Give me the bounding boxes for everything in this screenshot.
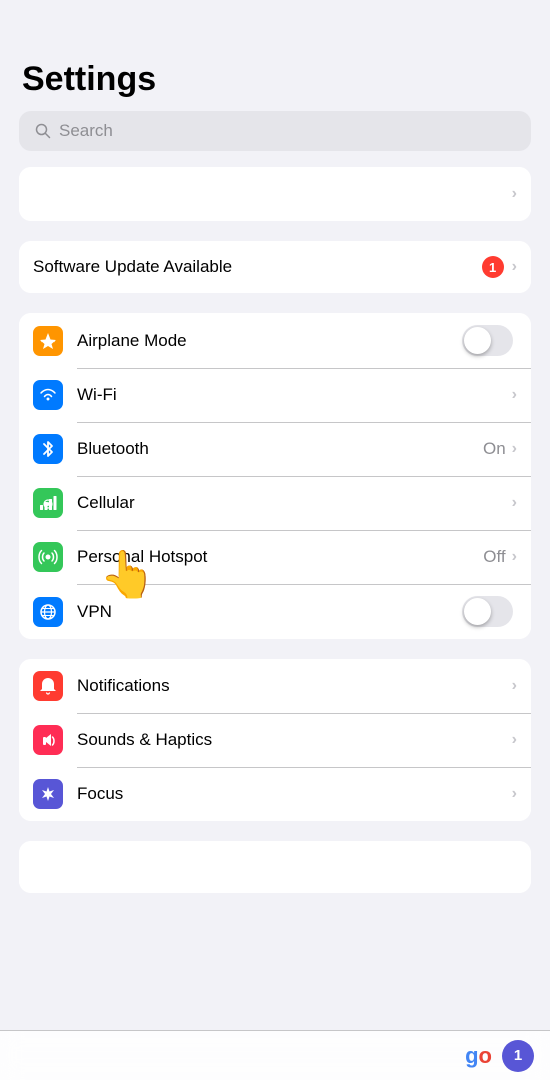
bottom-hint-row[interactable] xyxy=(19,841,531,893)
focus-label: Focus xyxy=(77,784,512,804)
bottom-badge: 1 xyxy=(502,1040,534,1072)
bottom-hint-section xyxy=(19,841,531,893)
search-bar-container: Search xyxy=(0,111,550,167)
notifications-chevron: › xyxy=(512,677,517,695)
update-section: Software Update Available 1 › xyxy=(19,241,531,293)
go-letter-g: g xyxy=(465,1043,478,1068)
search-bar[interactable]: Search xyxy=(19,111,531,151)
cellular-row[interactable]: Cellular › xyxy=(19,476,531,530)
airplane-mode-toggle[interactable] xyxy=(462,325,513,356)
focus-row[interactable]: Focus › xyxy=(19,767,531,821)
vpn-toggle[interactable] xyxy=(462,596,513,627)
bluetooth-label: Bluetooth xyxy=(77,439,483,459)
sounds-chevron: › xyxy=(512,731,517,749)
connectivity-section: Airplane Mode Wi-Fi › Bluetooth On › xyxy=(19,313,531,639)
personal-hotspot-row[interactable]: Personal Hotspot Off › 👆 xyxy=(19,530,531,584)
go-text: go xyxy=(465,1043,492,1069)
software-update-label: Software Update Available xyxy=(33,257,482,277)
airplane-mode-icon xyxy=(33,326,63,356)
bottom-bar: go 1 xyxy=(0,1030,550,1080)
notifications-icon xyxy=(33,671,63,701)
personal-hotspot-label: Personal Hotspot xyxy=(77,547,483,567)
system-section: Notifications › Sounds & Haptics › Focus… xyxy=(19,659,531,821)
bluetooth-icon xyxy=(33,434,63,464)
go-letter-o1: o xyxy=(479,1043,492,1068)
wifi-icon xyxy=(33,380,63,410)
hotspot-icon xyxy=(33,542,63,572)
update-badge: 1 xyxy=(482,256,504,278)
update-chevron: › xyxy=(512,258,517,276)
apple-id-row[interactable]: › xyxy=(19,167,531,221)
sounds-haptics-row[interactable]: Sounds & Haptics › xyxy=(19,713,531,767)
focus-icon xyxy=(33,779,63,809)
wifi-label: Wi-Fi xyxy=(77,385,512,405)
sounds-icon xyxy=(33,725,63,755)
notifications-row[interactable]: Notifications › xyxy=(19,659,531,713)
bluetooth-row[interactable]: Bluetooth On › xyxy=(19,422,531,476)
bluetooth-value: On xyxy=(483,439,506,459)
airplane-mode-row[interactable]: Airplane Mode xyxy=(19,313,531,368)
vpn-label: VPN xyxy=(77,602,462,622)
focus-chevron: › xyxy=(512,785,517,803)
apple-id-section: › xyxy=(19,167,531,221)
notifications-label: Notifications xyxy=(77,676,512,696)
hotspot-value: Off xyxy=(483,547,505,567)
software-update-row[interactable]: Software Update Available 1 › xyxy=(19,241,531,293)
cellular-chevron: › xyxy=(512,494,517,512)
page-title: Settings xyxy=(0,0,550,111)
apple-id-chevron: › xyxy=(512,185,517,203)
search-placeholder: Search xyxy=(59,121,113,141)
sounds-haptics-label: Sounds & Haptics xyxy=(77,730,512,750)
bluetooth-chevron: › xyxy=(512,440,517,458)
cellular-label: Cellular xyxy=(77,493,512,513)
vpn-icon xyxy=(33,597,63,627)
cellular-icon xyxy=(33,488,63,518)
vpn-row[interactable]: VPN xyxy=(19,584,531,639)
hotspot-chevron: › xyxy=(512,548,517,566)
wifi-row[interactable]: Wi-Fi › xyxy=(19,368,531,422)
wifi-chevron: › xyxy=(512,386,517,404)
airplane-mode-label: Airplane Mode xyxy=(77,331,462,351)
search-icon xyxy=(35,123,51,139)
